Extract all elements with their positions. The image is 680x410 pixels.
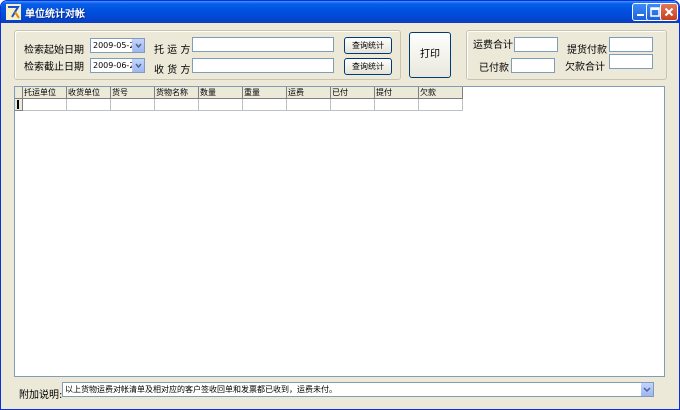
query-button-consignee[interactable]: 查询统计 [344, 58, 392, 75]
close-icon [664, 7, 674, 17]
grid-corner [15, 87, 23, 99]
grid-cell[interactable] [419, 99, 463, 111]
grid-header: 托运单位 收货单位 货号 货物名称 数量 重量 运费 已付 提付 欠款 [15, 87, 463, 99]
column-header[interactable]: 已付 [331, 87, 375, 99]
owed-total-label: 欠款合计 [565, 62, 605, 73]
freight-total-field[interactable] [514, 37, 558, 52]
grid-cell[interactable] [331, 99, 375, 111]
start-date-picker[interactable]: 2009-05-23 [90, 38, 145, 53]
owed-total-field[interactable] [609, 54, 653, 69]
app-window: 单位统计对帐 检索起始日期 检索截止日期 2009-05-23 2009-06-… [0, 0, 680, 410]
pickup-paid-field[interactable] [609, 37, 653, 52]
column-header[interactable]: 收货单位 [67, 87, 111, 99]
row-indicator [15, 99, 23, 111]
column-header[interactable]: 提付 [375, 87, 419, 99]
column-header[interactable]: 重量 [243, 87, 287, 99]
grid-cell[interactable] [23, 99, 67, 111]
window-title: 单位统计对帐 [25, 9, 85, 20]
app-icon [6, 4, 21, 20]
note-label: 附加说明: [19, 390, 63, 401]
column-header[interactable]: 数量 [199, 87, 243, 99]
close-button[interactable] [660, 3, 678, 21]
shipper-label: 托 运 方 [154, 45, 191, 56]
grid-cell[interactable] [67, 99, 111, 111]
note-value: 以上货物运费对帐清单及相对应的客户签收回单和发票都已收到，运费未付。 [65, 385, 337, 394]
query-button-shipper[interactable]: 查询统计 [344, 37, 392, 54]
column-header[interactable]: 货号 [111, 87, 155, 99]
grid-cell[interactable] [111, 99, 155, 111]
grid-cell[interactable] [375, 99, 419, 111]
grid-cell[interactable] [155, 99, 199, 111]
chevron-down-icon[interactable] [132, 39, 144, 52]
end-date-picker[interactable]: 2009-06-23 [90, 58, 145, 73]
consignee-input[interactable] [192, 58, 334, 73]
grid-cell[interactable] [287, 99, 331, 111]
freight-total-label: 运费合计 [473, 40, 513, 51]
paid-label: 已付款 [479, 63, 509, 74]
table-row[interactable] [15, 99, 463, 111]
column-header[interactable]: 托运单位 [23, 87, 67, 99]
column-header[interactable]: 运费 [287, 87, 331, 99]
shipper-input[interactable] [192, 37, 334, 52]
column-header[interactable]: 欠款 [419, 87, 463, 99]
print-button[interactable]: 打印 [409, 32, 451, 78]
start-date-label: 检索起始日期 [24, 45, 84, 56]
grid-cell[interactable] [199, 99, 243, 111]
end-date-label: 检索截止日期 [24, 62, 84, 73]
note-combobox[interactable]: 以上货物运费对帐清单及相对应的客户签收回单和发票都已收到，运费未付。 [62, 382, 654, 397]
pickup-paid-label: 提货付款 [567, 45, 607, 56]
paid-field[interactable] [511, 58, 555, 73]
consignee-label: 收 货 方 [154, 65, 191, 76]
data-grid[interactable]: 托运单位 收货单位 货号 货物名称 数量 重量 运费 已付 提付 欠款 [14, 86, 665, 377]
column-header[interactable]: 货物名称 [155, 87, 199, 99]
chevron-down-icon[interactable] [641, 383, 653, 396]
grid-cell[interactable] [243, 99, 287, 111]
chevron-down-icon[interactable] [132, 59, 144, 72]
title-bar: 单位统计对帐 [1, 1, 679, 23]
